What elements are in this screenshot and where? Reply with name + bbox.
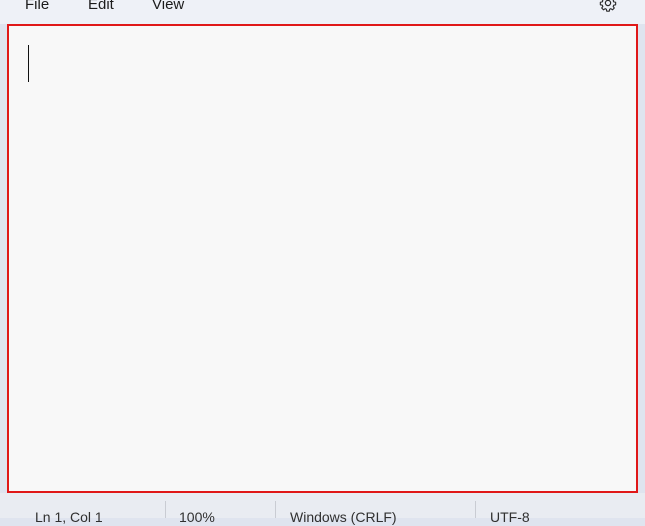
text-editor[interactable] xyxy=(9,26,636,491)
settings-button[interactable] xyxy=(597,0,619,12)
gear-icon xyxy=(599,0,617,12)
menu-edit[interactable]: Edit xyxy=(84,0,118,15)
status-divider xyxy=(275,501,276,518)
status-divider xyxy=(165,501,166,518)
status-divider xyxy=(475,501,476,518)
notepad-window: File Edit View Ln 1, Col 1 100% Windows … xyxy=(0,0,645,525)
menu-bar: File Edit View xyxy=(0,0,645,24)
menu-view[interactable]: View xyxy=(148,0,188,15)
status-bar: Ln 1, Col 1 100% Windows (CRLF) UTF-8 xyxy=(0,493,645,525)
zoom-level[interactable]: 100% xyxy=(179,508,215,526)
menu-file[interactable]: File xyxy=(21,0,53,15)
text-caret xyxy=(28,45,29,82)
text-editor-frame xyxy=(7,24,638,493)
encoding[interactable]: UTF-8 xyxy=(490,508,530,526)
cursor-position: Ln 1, Col 1 xyxy=(35,509,103,525)
line-ending[interactable]: Windows (CRLF) xyxy=(290,508,397,526)
